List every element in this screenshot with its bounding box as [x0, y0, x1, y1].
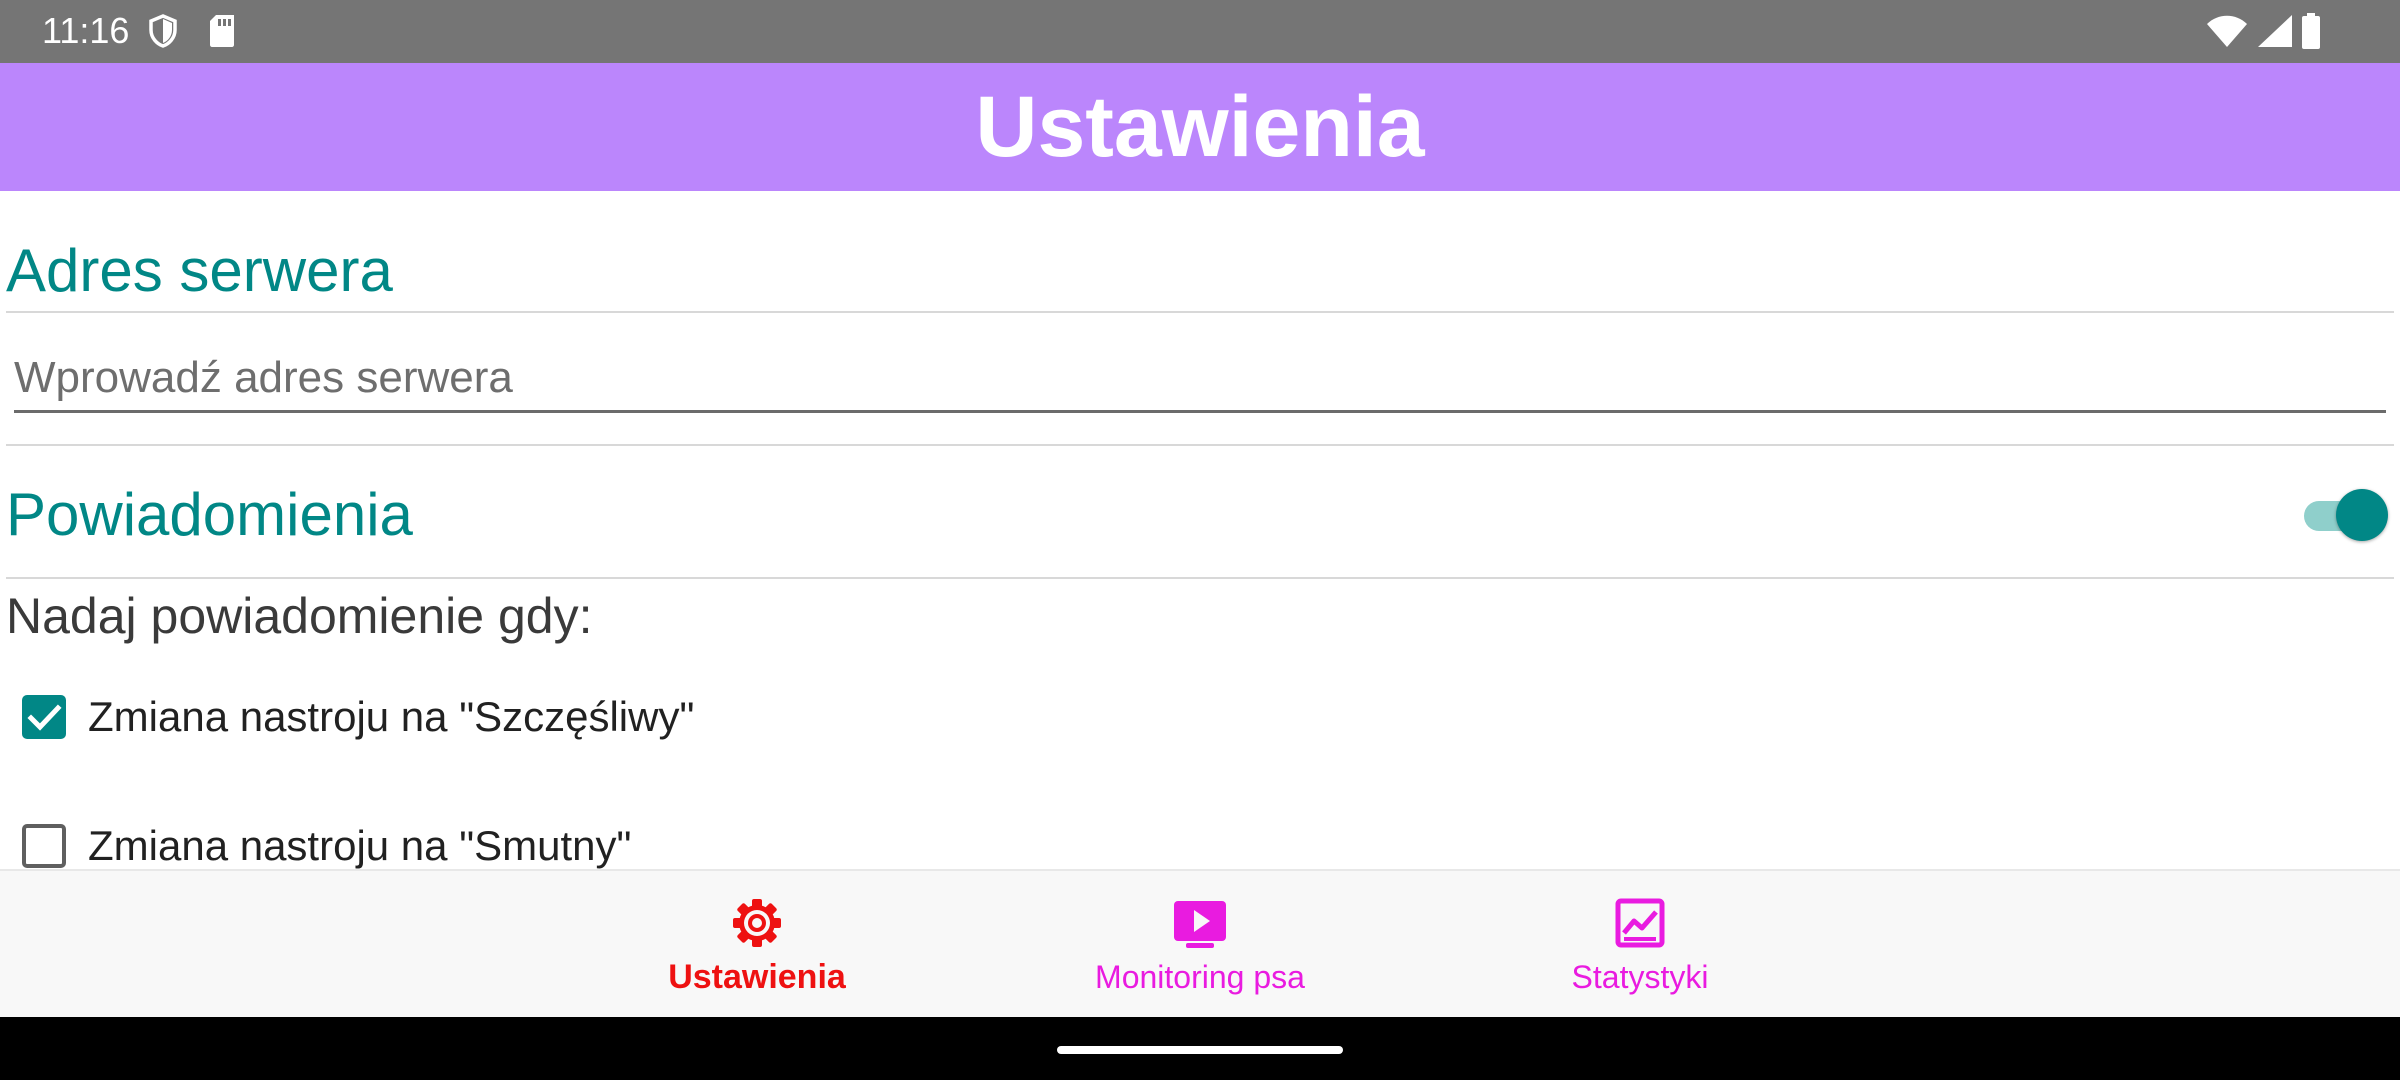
nav-item-monitoring[interactable]: Monitoring psa: [1070, 871, 1330, 1019]
nav-label-settings: Ustawienia: [668, 958, 846, 996]
notifications-toggle[interactable]: [2302, 489, 2388, 541]
chart-icon: [1615, 898, 1665, 948]
checkbox-sad-label: Zmiana nastroju na "Smutny": [88, 822, 632, 869]
gear-icon: [733, 899, 781, 947]
server-address-input[interactable]: [14, 346, 2386, 413]
checkbox-sad-row[interactable]: Zmiana nastroju na "Smutny": [22, 816, 631, 869]
play-screen-icon: [1174, 901, 1226, 948]
sd-card-icon: [208, 14, 236, 53]
wifi-icon: [2207, 15, 2247, 52]
status-bar: 11:16: [0, 0, 2400, 63]
battery-icon: [2301, 13, 2321, 54]
settings-content[interactable]: Adres serwera Powiadomienia Nadaj powiad…: [0, 191, 2400, 869]
system-navigation-bar: [0, 1017, 2400, 1080]
nav-label-monitoring: Monitoring psa: [1095, 959, 1305, 995]
nav-item-settings[interactable]: Ustawienia: [622, 871, 892, 1019]
nav-label-statistics: Statystyki: [1571, 959, 1709, 995]
nav-item-statistics[interactable]: Statystyki: [1520, 871, 1760, 1019]
toggle-thumb: [2336, 489, 2388, 541]
page-title: Ustawienia: [975, 79, 1425, 175]
status-time: 11:16: [42, 10, 130, 51]
signal-icon: [2258, 15, 2292, 52]
notify-prompt: Nadaj powiadomienie gdy:: [6, 588, 593, 644]
shield-icon: [148, 14, 178, 53]
checkmark-icon: [27, 704, 62, 731]
divider: [6, 444, 2394, 446]
home-gesture-handle[interactable]: [1057, 1046, 1343, 1054]
checkbox-happy[interactable]: [22, 695, 66, 739]
checkbox-happy-row[interactable]: Zmiana nastroju na "Szczęśliwy": [22, 687, 694, 747]
bottom-navigation: Ustawienia Monitoring psa Statystyki: [0, 869, 2400, 1017]
server-section-title: Adres serwera: [6, 237, 393, 304]
app-bar: Ustawienia: [0, 63, 2400, 191]
checkbox-sad[interactable]: [22, 824, 66, 868]
notifications-section-title: Powiadomienia: [6, 481, 413, 548]
divider: [6, 311, 2394, 313]
divider: [6, 577, 2394, 579]
checkbox-happy-label: Zmiana nastroju na "Szczęśliwy": [88, 693, 695, 740]
